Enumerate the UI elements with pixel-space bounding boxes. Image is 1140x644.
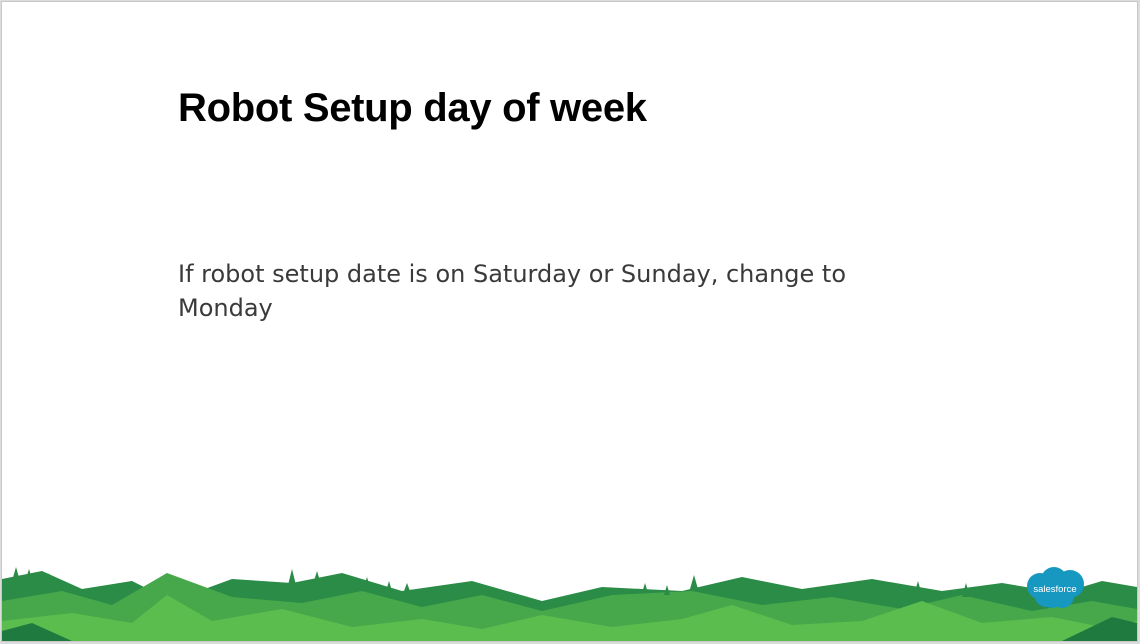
slide: Robot Setup day of week If robot setup d…: [1, 1, 1138, 642]
salesforce-logo: salesforce: [1027, 567, 1084, 608]
slide-title: Robot Setup day of week: [178, 86, 647, 130]
mountain-landscape-decoration: [2, 567, 1137, 641]
slide-body-text: If robot setup date is on Saturday or Su…: [178, 260, 847, 322]
salesforce-logo-text: salesforce: [1033, 584, 1076, 595]
